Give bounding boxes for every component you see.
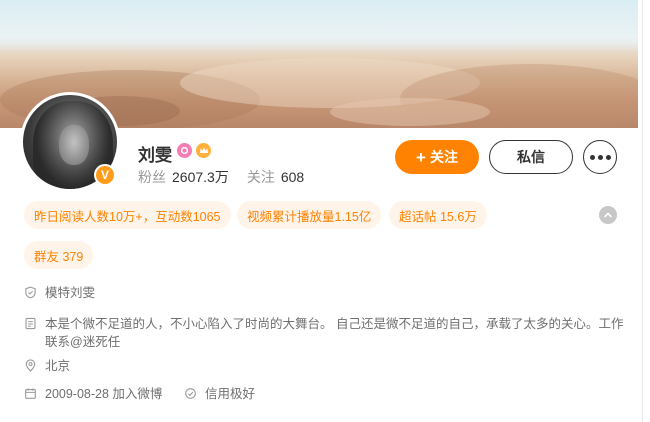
- document-icon: [25, 317, 36, 330]
- tag-supertopic[interactable]: 超话帖 15.6万: [389, 201, 487, 229]
- tag-reading-stats[interactable]: 昨日阅读人数10万+，互动数1065: [24, 201, 231, 229]
- join-credit-row: 2009-08-28 加入微博 信用极好: [24, 385, 424, 403]
- profile-name: 刘雯: [138, 146, 172, 165]
- bio-row: 本是个微不足道的人，不小心陷入了时尚的大舞台。 自己还是微不足道的自己，承载了太…: [24, 315, 624, 355]
- credit-text[interactable]: 信用极好: [205, 385, 255, 403]
- plus-icon: +: [416, 147, 426, 167]
- message-button[interactable]: 私信: [489, 140, 573, 174]
- location-pin-icon: [25, 359, 36, 372]
- fans-label: 粉丝: [138, 169, 166, 185]
- follow-button[interactable]: + 关注: [395, 140, 479, 174]
- more-options-button[interactable]: [583, 140, 617, 174]
- following-value: 608: [280, 169, 305, 185]
- scroll-gutter: [638, 0, 650, 422]
- fans-count[interactable]: 粉丝 2607.3万: [138, 169, 229, 185]
- more-dot-icon: [597, 154, 603, 160]
- profile-stats: 粉丝 2607.3万 关注 608: [138, 167, 304, 187]
- message-button-label: 私信: [517, 149, 545, 165]
- location-text: 北京: [45, 359, 71, 373]
- profile-page: V 刘雯 粉丝 2607.3万 关注 608 + 关注 私信 昨日阅读人数10万+，互…: [0, 0, 650, 422]
- fans-value: 2607.3万: [172, 169, 229, 185]
- avatar-face: [59, 125, 89, 165]
- collapse-tags-button[interactable]: [599, 206, 617, 224]
- follow-button-label: 关注: [429, 149, 458, 165]
- bio-text: 本是个微不足道的人，不小心陷入了时尚的大舞台。 自己还是微不足道的自己，承载了太…: [45, 317, 624, 349]
- occupation-row: 模特刘雯: [24, 284, 324, 302]
- credit-icon: [185, 388, 196, 399]
- more-dot-icon: [605, 154, 611, 160]
- sand-glow: [330, 98, 490, 126]
- more-dot-icon: [589, 154, 595, 160]
- occupation-text: 模特刘雯: [45, 286, 96, 300]
- profile-card: V 刘雯 粉丝 2607.3万 关注 608 + 关注 私信 昨日阅读人数10万+，互…: [0, 0, 638, 422]
- verified-badge-icon: V: [94, 164, 116, 186]
- tag-video-plays[interactable]: 视频累计播放量1.15亿: [237, 201, 382, 229]
- following-label: 关注: [246, 169, 275, 185]
- vip-crown-icon[interactable]: [196, 143, 211, 158]
- tag-group-fans[interactable]: 群友 379: [24, 241, 94, 269]
- joined-date-text: 2009-08-28 加入微博: [45, 387, 163, 401]
- shield-icon: [25, 286, 36, 299]
- banner-sky: [0, 0, 638, 52]
- chevron-up-icon: [604, 212, 612, 218]
- following-count[interactable]: 关注 608: [247, 169, 304, 185]
- location-row: 北京: [24, 357, 324, 375]
- calendar-icon: [25, 388, 36, 399]
- member-icon[interactable]: [177, 143, 192, 158]
